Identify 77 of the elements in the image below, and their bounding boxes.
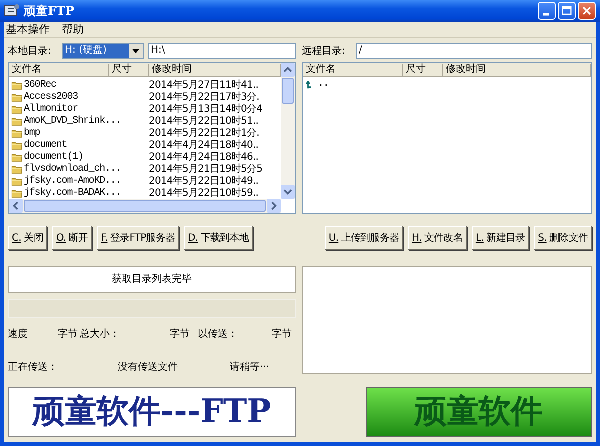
scroll-left-icon — [9, 199, 23, 213]
status-text: 正在传送： — [8, 361, 59, 374]
column-header[interactable]: 尺寸 — [109, 64, 149, 76]
status-text: 字节 — [170, 328, 191, 341]
banner: 顽童软件---FTP — [8, 387, 296, 437]
modified-time: 2014年5月22日10时51.. — [149, 114, 260, 128]
drive-dropdown[interactable]: H: (硬盘) — [62, 43, 144, 59]
file-name[interactable]: jfsky.com-BADAK... — [24, 188, 122, 198]
horizontal-scrollbar[interactable] — [9, 199, 281, 213]
folder-icon — [11, 164, 23, 174]
status-text: 字节 — [58, 328, 79, 341]
folder-icon — [11, 80, 23, 90]
column-header[interactable]: 修改时间 — [443, 64, 591, 76]
file-name[interactable]: document(1) — [24, 152, 84, 162]
file-name[interactable]: document — [24, 140, 68, 150]
modified-time: 2014年5月22日10时49.. — [149, 174, 260, 188]
folder-icon — [11, 128, 23, 138]
action-button[interactable]: O. 断开 — [52, 226, 92, 250]
close-button[interactable] — [578, 2, 596, 20]
status-text: 字节 — [272, 328, 293, 341]
app-icon — [4, 3, 20, 19]
status-text: 速度 — [8, 328, 29, 341]
file-name[interactable]: bmp — [24, 128, 40, 138]
folder-icon — [11, 152, 23, 162]
file-name[interactable]: flvsdownload_ch... — [24, 164, 122, 174]
folder-icon — [11, 188, 23, 198]
scroll-thumb[interactable] — [282, 78, 294, 104]
scroll-right-icon — [267, 199, 281, 213]
scroll-down-icon — [281, 185, 295, 199]
status-text: 总大小： — [80, 328, 121, 341]
folder-icon — [11, 104, 23, 114]
action-button[interactable]: D. 下载到本地 — [184, 226, 253, 250]
status-message: 获取目录列表完毕 — [8, 266, 296, 293]
menu-item[interactable]: 帮助 — [62, 22, 84, 37]
column-header[interactable]: 文件名 — [9, 64, 109, 76]
modified-time: 2014年5月21日19时5分5 — [149, 162, 264, 176]
file-name[interactable]: .. — [318, 78, 329, 90]
vertical-scrollbar[interactable] — [281, 63, 295, 199]
modified-time: 2014年5月27日11时41.. — [149, 78, 260, 92]
action-button[interactable]: S. 删除文件 — [534, 226, 592, 250]
modified-time: 2014年5月22日17时3分. — [149, 90, 260, 104]
action-button[interactable]: F. 登录FTP服务器 — [97, 226, 180, 250]
file-name[interactable]: Access2003 — [24, 92, 78, 102]
scroll-thumb[interactable] — [24, 200, 266, 212]
modified-time: 2014年4月24日18时40.. — [149, 138, 260, 152]
maximize-button[interactable] — [558, 2, 576, 20]
column-header[interactable]: 文件名 — [303, 64, 403, 76]
status-text: 请稍等··· — [230, 360, 271, 374]
file-name[interactable]: AmoK_DVD_Shrink... — [24, 116, 122, 126]
action-button[interactable]: H. 文件改名 — [408, 226, 467, 250]
folder-icon — [11, 116, 23, 126]
action-button[interactable]: L. 新建目录 — [472, 226, 530, 250]
path-field[interactable]: / — [356, 43, 592, 59]
modified-time: 2014年5月22日10时59.. — [149, 186, 260, 199]
modified-time: 2014年4月24日18时46.. — [149, 150, 260, 164]
directory-label: 远程目录: — [302, 45, 346, 58]
path-field[interactable]: H:\ — [148, 43, 296, 59]
action-button[interactable]: C. 关闭 — [8, 226, 48, 250]
status-text: 没有传送文件 — [118, 360, 179, 374]
minimize-button[interactable] — [538, 2, 556, 20]
folder-icon — [11, 140, 23, 150]
banner: 顽童软件 — [366, 387, 592, 437]
folder-icon — [11, 92, 23, 102]
folder-icon — [11, 176, 23, 186]
file-name[interactable]: Allmonitor — [24, 104, 78, 114]
menu-item[interactable]: 基本操作 — [6, 22, 50, 37]
scroll-up-icon — [281, 63, 295, 77]
directory-label: 本地目录: — [8, 44, 52, 58]
file-name[interactable]: 360Rec — [24, 80, 56, 90]
action-button[interactable]: U. 上传到服务器 — [324, 226, 404, 250]
minimize-icon — [543, 13, 549, 16]
status-text: 以传送： — [198, 328, 239, 341]
modified-time: 2014年5月22日12时1分. — [149, 126, 260, 140]
column-header[interactable]: 尺寸 — [403, 64, 443, 76]
modified-time: 2014年5月13日14时0分4 — [149, 102, 264, 116]
file-name[interactable]: jfsky.com-AmoKD... — [24, 176, 122, 186]
window-title: 顽童FTP — [24, 2, 76, 20]
